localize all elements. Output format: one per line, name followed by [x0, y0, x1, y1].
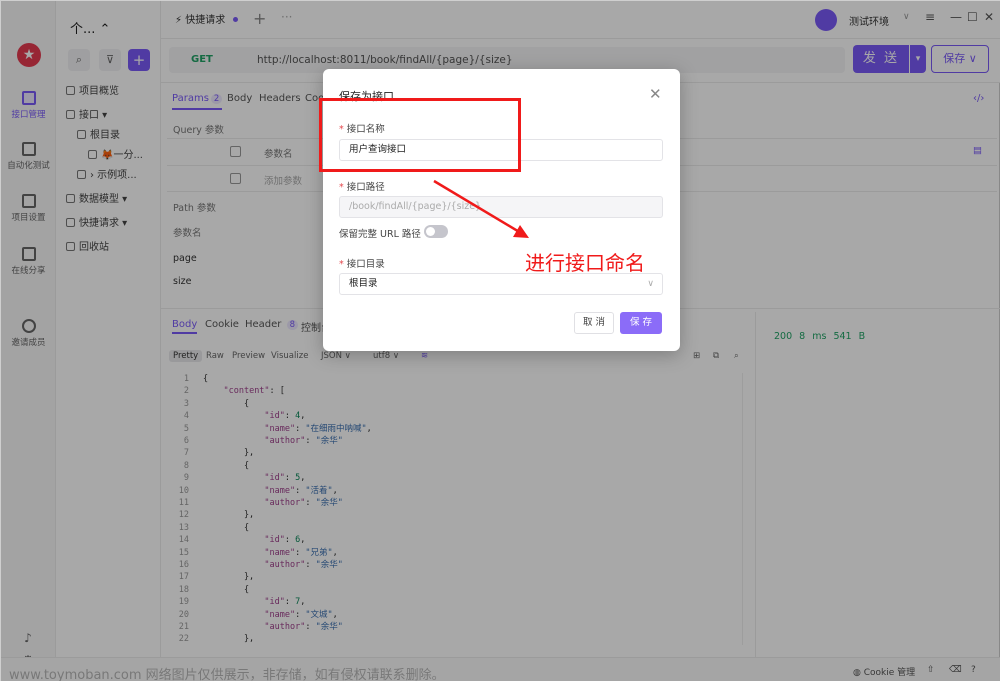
annotation-text: 进行接口命名: [525, 251, 645, 275]
cancel-button[interactable]: 取 消: [574, 312, 614, 334]
annotation-highlight-box: [319, 98, 521, 172]
api-path-input: /book/findAll/{page}/{size}: [339, 196, 663, 218]
api-path-label: * 接口路径: [339, 182, 385, 193]
confirm-save-button[interactable]: 保 存: [620, 312, 662, 334]
close-icon[interactable]: ✕: [649, 85, 662, 103]
keep-full-url-toggle[interactable]: [424, 225, 448, 238]
keep-full-url-label: 保留完整 URL 路径: [339, 229, 421, 240]
api-dir-label: * 接口目录: [339, 259, 385, 270]
app-window: ★ 接口管理 自动化测试 项目设置 在线分享 邀请成员 ♪ ⚙ 个... ⌃ ⌕…: [0, 0, 1000, 681]
chevron-down-icon: ∨: [647, 279, 654, 289]
api-dir-select[interactable]: 根目录 ∨: [339, 273, 663, 295]
